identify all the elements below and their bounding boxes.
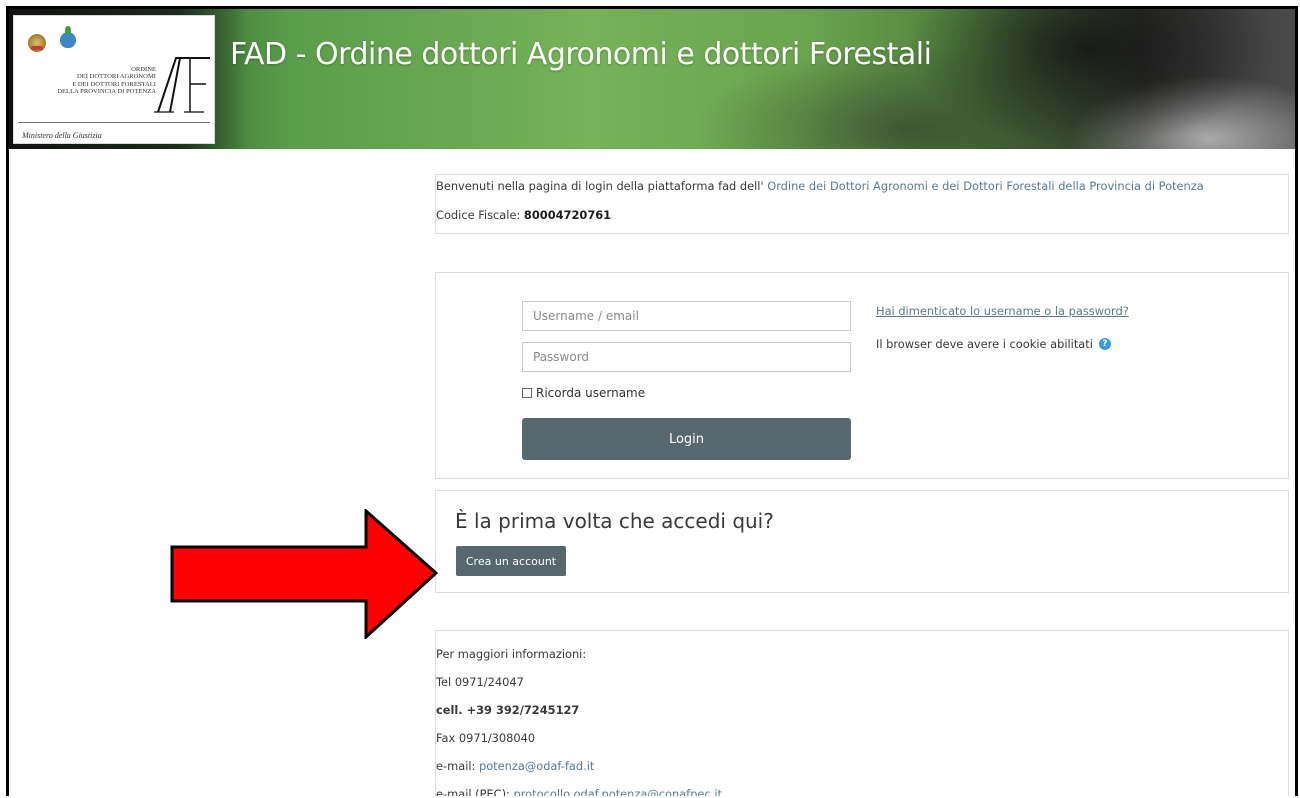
remember-label: Ricorda username: [536, 386, 646, 400]
welcome-intro: Benvenuti nella pagina di login della pi…: [436, 179, 764, 193]
org-logo[interactable]: ORDINE DEI DOTTORI AGRONOMI E DEI DOTTOR…: [13, 15, 215, 144]
info-pec: e-mail (PEC): protocollo.odaf.potenza@co…: [436, 787, 722, 796]
header-banner: ORDINE DEI DOTTORI AGRONOMI E DEI DOTTOR…: [9, 9, 1295, 149]
first-time-card: È la prima volta che accedi qui? Crea un…: [435, 490, 1289, 593]
logo-org-text: ORDINE DEI DOTTORI AGRONOMI E DEI DOTTOR…: [16, 66, 156, 96]
info-email: e-mail: potenza@odaf-fad.it: [436, 759, 594, 773]
email-link[interactable]: potenza@odaf-fad.it: [479, 759, 594, 773]
first-time-heading: È la prima volta che accedi qui?: [455, 509, 774, 533]
cookie-notice: Il browser deve avere i cookie abilitati…: [876, 337, 1111, 351]
login-button[interactable]: Login: [522, 418, 851, 460]
logo-org-line: E DEI DOTTORI FORESTALI: [72, 80, 156, 88]
site-title: FAD - Ordine dottori Agronomi e dottori …: [230, 37, 932, 72]
welcome-card: Benvenuti nella pagina di login della pi…: [435, 174, 1289, 234]
browser-frame: ORDINE DEI DOTTORI AGRONOMI E DEI DOTTOR…: [6, 6, 1298, 796]
af-monogram-icon: [154, 57, 210, 113]
forgot-password-link[interactable]: Hai dimenticato lo username o la passwor…: [876, 304, 1129, 318]
remember-username[interactable]: Ricorda username: [522, 385, 645, 401]
login-card: Ricorda username Login Hai dimenticato l…: [435, 272, 1289, 479]
codice-label: Codice Fiscale:: [436, 208, 521, 222]
email-label: e-mail:: [436, 759, 479, 773]
info-cell: cell. +39 392/7245127: [436, 703, 580, 717]
contact-info-card: Per maggiori informazioni: Tel 0971/2404…: [435, 630, 1289, 796]
info-title: Per maggiori informazioni:: [436, 647, 587, 661]
logo-org-line: DELLA PROVINCIA DI POTENZA: [57, 88, 156, 96]
red-arrow-annotation: [170, 509, 439, 639]
org-link[interactable]: Ordine dei Dottori Agronomi e dei Dottor…: [767, 179, 1203, 193]
logo-divider: [18, 122, 210, 123]
stray-char: (: [9, 567, 11, 591]
codice-fiscale: Codice Fiscale: 80004720761: [436, 208, 611, 222]
info-tel: Tel 0971/24047: [436, 675, 524, 689]
republic-emblem-icon: [28, 34, 46, 52]
create-account-button[interactable]: Crea un account: [456, 546, 566, 576]
logo-org-line: DEI DOTTORI AGRONOMI: [77, 73, 156, 81]
remember-checkbox[interactable]: [522, 388, 532, 398]
pec-link[interactable]: protocollo.odaf.potenza@conafpec.it: [514, 787, 722, 796]
welcome-text: Benvenuti nella pagina di login della pi…: [436, 179, 1204, 193]
codice-value: 80004720761: [523, 208, 612, 222]
logo-ministero: Ministero della Giustizia: [22, 131, 102, 140]
cookie-text: Il browser deve avere i cookie abilitati: [876, 337, 1093, 351]
username-input[interactable]: [522, 301, 851, 331]
password-input[interactable]: [522, 342, 851, 372]
help-icon[interactable]: ?: [1098, 338, 1111, 350]
logo-org-line: ORDINE: [131, 66, 156, 73]
info-fax: Fax 0971/308040: [436, 731, 536, 745]
pec-label: e-mail (PEC):: [436, 787, 514, 796]
conaf-emblem-icon: [60, 26, 76, 48]
